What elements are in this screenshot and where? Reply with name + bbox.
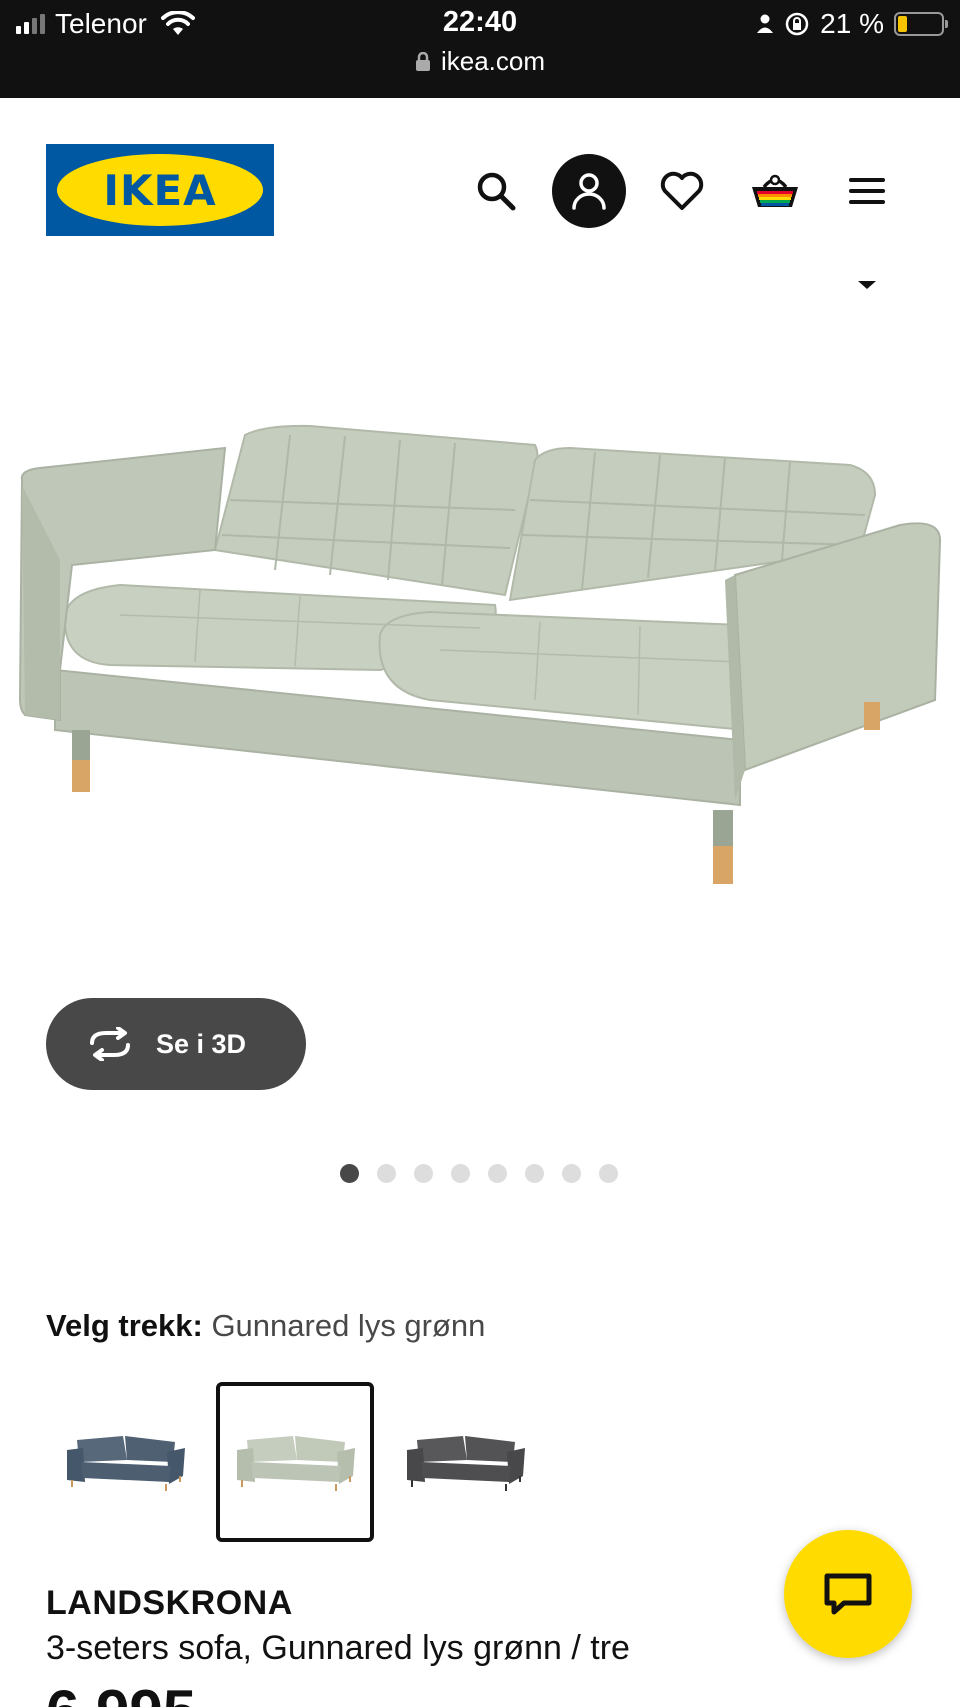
menu-icon[interactable]	[830, 154, 904, 228]
gallery-dot[interactable]	[340, 1164, 359, 1183]
view-3d-button[interactable]: Se i 3D	[46, 998, 306, 1090]
product-name: LANDSKRONA	[46, 1584, 293, 1622]
cover-swatches	[46, 1382, 544, 1542]
product-price: 6 995	[46, 1682, 196, 1707]
view-3d-label: Se i 3D	[156, 1028, 247, 1059]
cover-option-dark-blue[interactable]	[46, 1382, 204, 1542]
chat-icon	[824, 1573, 872, 1615]
profile-icon[interactable]	[552, 154, 626, 228]
lock-icon	[415, 51, 430, 71]
status-bar: Telenor 22:40 21 % ikea.com	[0, 0, 960, 98]
ikea-logo[interactable]: IKEA	[46, 144, 274, 236]
gallery-dot[interactable]	[562, 1164, 581, 1183]
site-header: IKEA	[0, 98, 960, 283]
cover-option-light-green[interactable]	[216, 1382, 374, 1542]
cover-value: Gunnared lys grønn	[211, 1308, 486, 1343]
url-text: ikea.com	[440, 46, 546, 76]
cover-label: Velg trekk:	[46, 1308, 203, 1343]
chat-button[interactable]	[784, 1530, 912, 1658]
logo-oval: IKEA	[57, 154, 263, 226]
cover-option-dark-grey[interactable]	[386, 1382, 544, 1542]
caret-down-icon	[858, 281, 876, 289]
person-icon	[757, 14, 774, 33]
gallery-dot[interactable]	[377, 1164, 396, 1183]
sofa-thumbnail	[67, 1436, 185, 1491]
gallery-dot[interactable]	[414, 1164, 433, 1183]
sofa-thumbnail	[407, 1436, 525, 1491]
battery-icon	[894, 12, 948, 36]
heart-icon[interactable]	[645, 154, 719, 228]
battery-level	[898, 16, 907, 32]
gallery-dot[interactable]	[451, 1164, 470, 1183]
logo-text: IKEA	[103, 165, 217, 215]
rotate-3d-icon	[90, 1027, 130, 1061]
basket-icon[interactable]	[738, 154, 812, 228]
gallery-dot[interactable]	[599, 1164, 618, 1183]
url-bar[interactable]: ikea.com	[0, 46, 960, 77]
rotation-lock-icon	[785, 12, 809, 36]
product-image[interactable]	[0, 400, 960, 900]
status-right: 21 %	[756, 8, 948, 40]
search-icon[interactable]	[459, 154, 533, 228]
gallery-pagination	[340, 1164, 618, 1183]
gallery-dot[interactable]	[488, 1164, 507, 1183]
sofa-thumbnail	[237, 1436, 355, 1491]
battery-percent: 21 %	[820, 8, 884, 39]
gallery-dot[interactable]	[525, 1164, 544, 1183]
product-description: 3-seters sofa, Gunnared lys grønn / tre	[46, 1629, 630, 1667]
cover-selector-heading: Velg trekk: Gunnared lys grønn	[46, 1308, 485, 1344]
